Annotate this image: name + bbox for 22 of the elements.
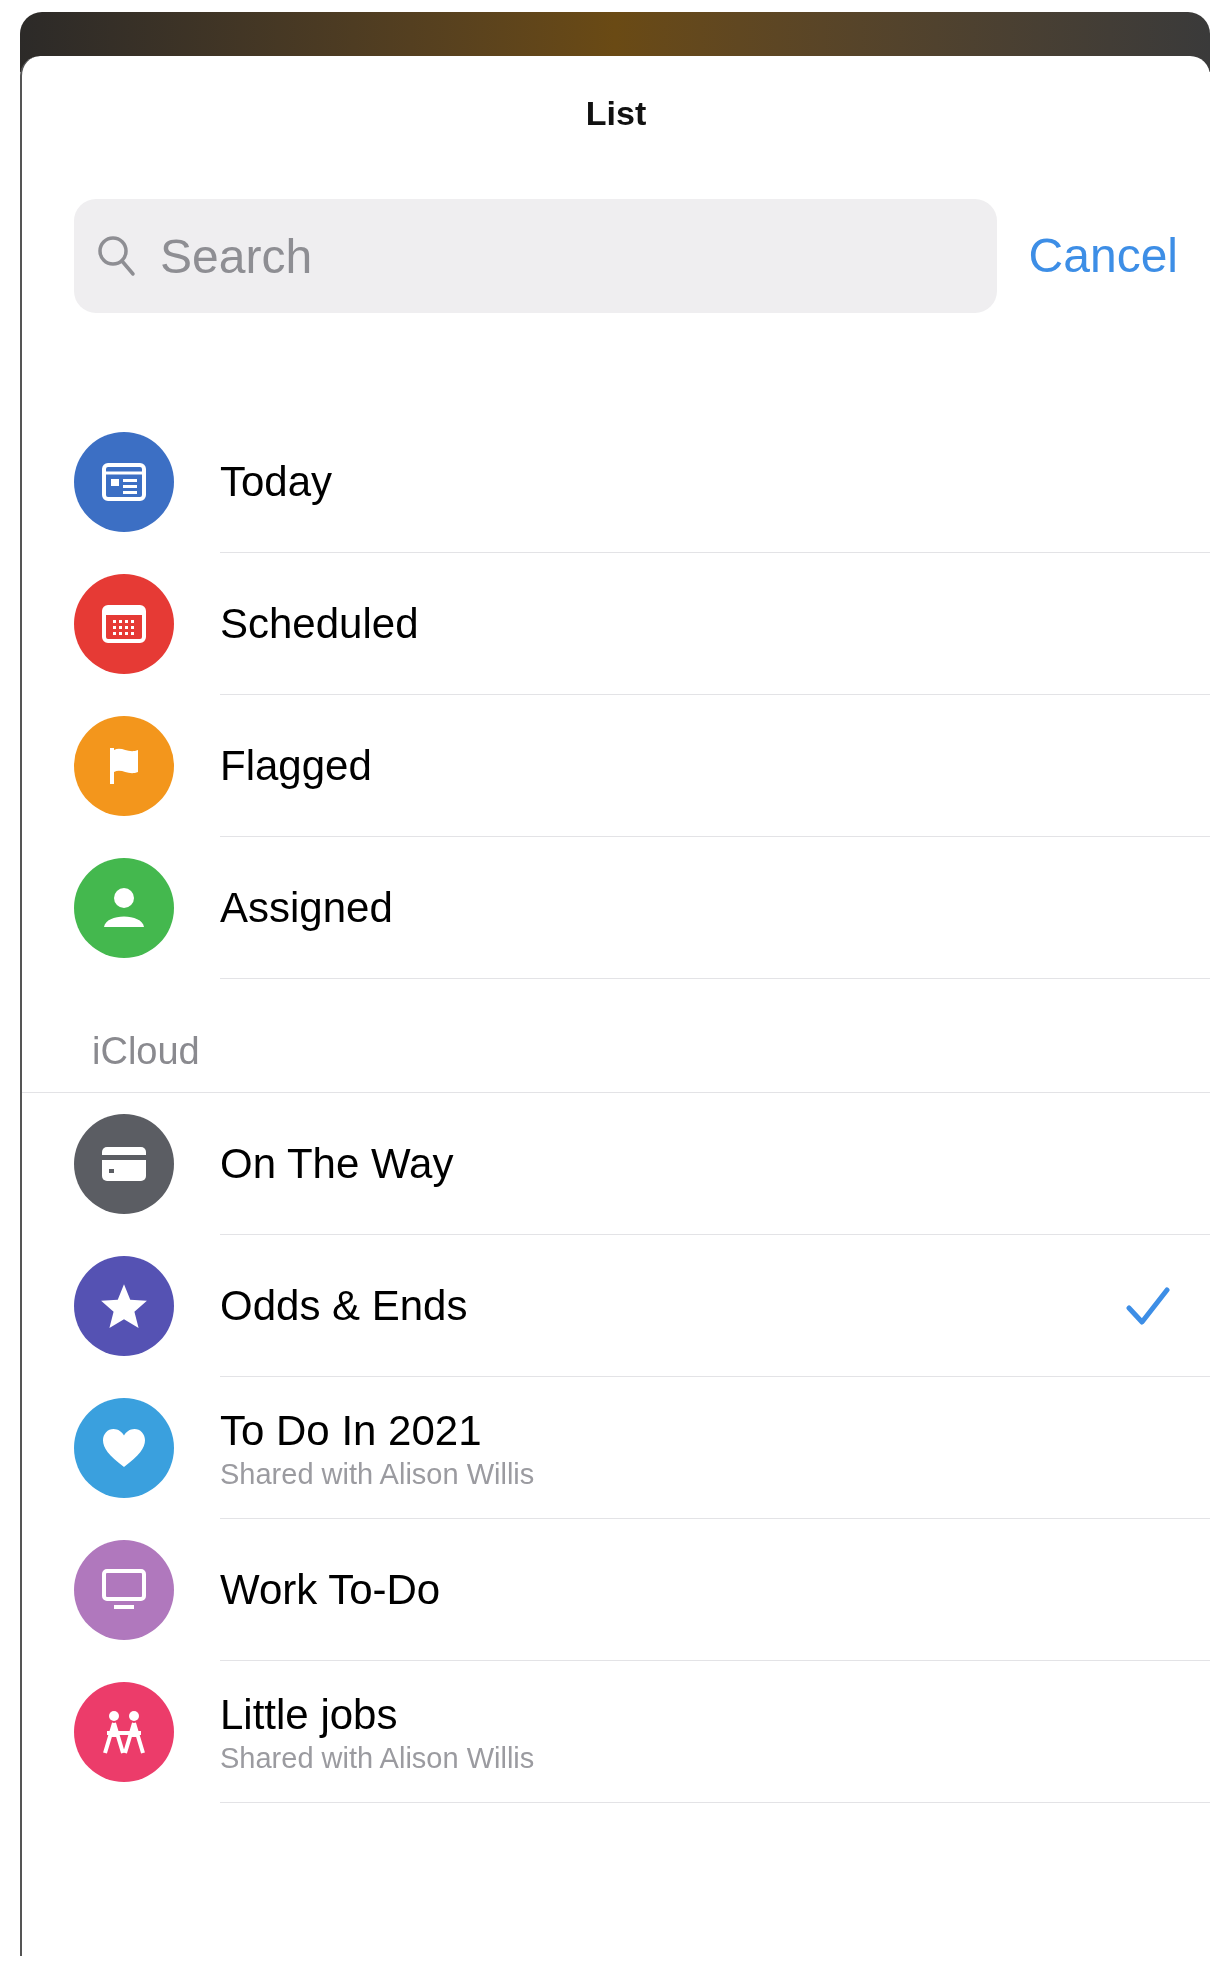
list-name: On The Way	[220, 1138, 455, 1189]
search-icon	[96, 234, 136, 278]
checkmark-icon	[1126, 1285, 1170, 1326]
heart-icon	[101, 1427, 147, 1469]
list-name: To Do In 2021	[220, 1405, 483, 1456]
monitor-icon	[101, 1568, 147, 1612]
sheet-title: List	[585, 93, 647, 134]
list-subtitle: Shared with Alison Willis	[220, 1456, 536, 1491]
list-name: Scheduled	[220, 598, 420, 649]
list-name: Little jobs	[220, 1689, 399, 1740]
list-name: Work To-Do	[220, 1564, 442, 1615]
list-name: Odds & Ends	[220, 1280, 469, 1331]
list-subtitle: Shared with Alison Willis	[220, 1740, 536, 1775]
credit-card-icon	[100, 1145, 148, 1183]
section-header: iCloud	[92, 1030, 200, 1072]
list-name: Flagged	[220, 740, 373, 791]
calendar-icon	[101, 604, 147, 644]
star-icon	[99, 1282, 149, 1330]
search-field[interactable]: Search	[74, 199, 997, 313]
list-name: Today	[220, 456, 334, 507]
list-card-icon	[101, 462, 147, 502]
list-name: Assigned	[220, 882, 394, 933]
